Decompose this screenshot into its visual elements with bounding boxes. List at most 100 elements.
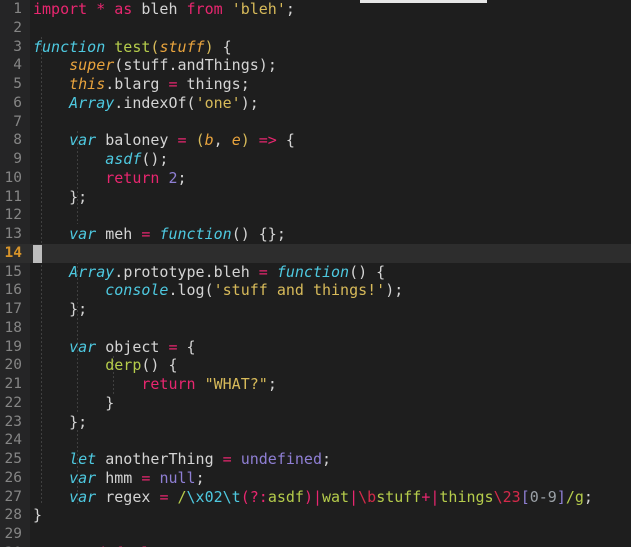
token: Array xyxy=(69,262,115,281)
line-number: 9 xyxy=(13,151,22,167)
code-editor[interactable]: 1 import * as bleh from 'bleh'; 2 3 function… xyxy=(0,0,631,547)
token: test xyxy=(114,37,151,56)
code-line[interactable]: 17 }; xyxy=(0,300,631,319)
token: this xyxy=(69,75,106,93)
line-number: 18 xyxy=(4,319,22,336)
code-line[interactable]: 28} xyxy=(0,506,631,525)
token: e xyxy=(231,131,241,150)
token: meh xyxy=(105,225,133,243)
code-text: var hmm = null; xyxy=(33,468,205,488)
token: console xyxy=(105,281,169,300)
code-line[interactable]: 26 var hmm = null; xyxy=(0,469,631,488)
token: | xyxy=(312,487,322,506)
token: . xyxy=(168,56,178,75)
token: }; xyxy=(69,187,88,206)
token: ) xyxy=(240,93,250,112)
token: ) xyxy=(204,37,214,56)
line-number: 20 xyxy=(4,357,22,374)
token: 'bleh' xyxy=(231,0,286,18)
token: = xyxy=(222,450,232,468)
token: undefined xyxy=(240,450,322,468)
line-number: 24 xyxy=(4,432,22,449)
code-line[interactable]: 27 var regex = /\x02\t(?:asdf)|wat|\bstu… xyxy=(0,488,631,507)
code-line[interactable]: 8 var baloney = (b, e) => { xyxy=(0,131,631,150)
code-line[interactable]: 7 xyxy=(0,113,631,132)
code-text: import * as bleh from 'bleh'; xyxy=(33,0,295,19)
code-line[interactable]: 24 xyxy=(0,431,631,450)
token: ( xyxy=(186,93,196,112)
token: = xyxy=(177,131,187,150)
token: (?: xyxy=(240,487,268,506)
token: let xyxy=(69,450,97,468)
code-line[interactable]: 16 console.log('stuff and things!'); xyxy=(0,281,631,300)
token: () {}; xyxy=(231,225,286,243)
token: / xyxy=(177,487,187,506)
code-line[interactable]: 1 import * as bleh from 'bleh'; xyxy=(0,0,631,19)
token: . xyxy=(114,262,124,281)
line-number: 29 xyxy=(4,526,22,542)
code-line[interactable]: 23 }; xyxy=(0,413,631,432)
token: \23 xyxy=(493,487,521,506)
code-text: asdf(); xyxy=(33,150,168,169)
code-line[interactable]: 13 var meh = function() {}; xyxy=(0,225,631,244)
token: 'one' xyxy=(195,93,241,112)
code-text: this.blarg = things; xyxy=(33,75,250,94)
token: . xyxy=(105,75,115,93)
code-line[interactable]: 19 var object = { xyxy=(0,338,631,357)
code-line[interactable]: 4 super(stuff.andThings); xyxy=(0,56,631,75)
code-line[interactable]: 22 } xyxy=(0,394,631,413)
code-text: var regex = /\x02\t(?:asdf)|wat|\bstuff+… xyxy=(33,488,593,507)
code-line[interactable]: 18 xyxy=(0,319,631,338)
token: ; xyxy=(267,56,277,75)
token: { xyxy=(222,37,232,56)
line-number: 10 xyxy=(4,169,22,186)
line-number: 13 xyxy=(4,226,22,242)
token: super xyxy=(69,56,115,75)
token: var xyxy=(69,468,97,487)
token: null xyxy=(159,468,196,487)
code-line[interactable]: 25 let anotherThing = undefined; xyxy=(0,450,631,469)
line-number: 25 xyxy=(4,451,22,467)
token: = xyxy=(168,75,178,93)
code-line[interactable]: 10 return 2; xyxy=(0,169,631,188)
token: stuff xyxy=(123,56,169,75)
token: anotherThing xyxy=(105,450,214,468)
code-line-active[interactable]: 14 xyxy=(0,243,631,263)
token: ; xyxy=(195,468,205,487)
code-line[interactable]: 9 asdf(); xyxy=(0,150,631,169)
token: ; xyxy=(322,450,332,468)
code-line[interactable]: 6 Array.indexOf('one'); xyxy=(0,94,631,113)
line-number: 3 xyxy=(13,38,22,55)
code-line[interactable]: 15 Array.prototype.bleh = function() { xyxy=(0,263,631,282)
token: ] xyxy=(556,487,566,506)
token: = xyxy=(258,262,268,281)
line-number: 16 xyxy=(4,282,22,299)
token: ( xyxy=(114,56,124,75)
code-line[interactable]: 5 this.blarg = things; xyxy=(0,75,631,94)
code-line[interactable]: 20 derp() { xyxy=(0,356,631,375)
code-line[interactable]: 11 }; xyxy=(0,188,631,207)
code-line[interactable]: 12 xyxy=(0,206,631,225)
code-line[interactable]: 2 xyxy=(0,19,631,38)
code-line[interactable]: 29 xyxy=(0,525,631,544)
code-line[interactable]: 3 function test(stuff) { xyxy=(0,38,631,57)
token: () { xyxy=(141,356,178,375)
window-top-strip xyxy=(360,0,487,3)
code-line[interactable]: 21 return "WHAT?"; xyxy=(0,375,631,394)
